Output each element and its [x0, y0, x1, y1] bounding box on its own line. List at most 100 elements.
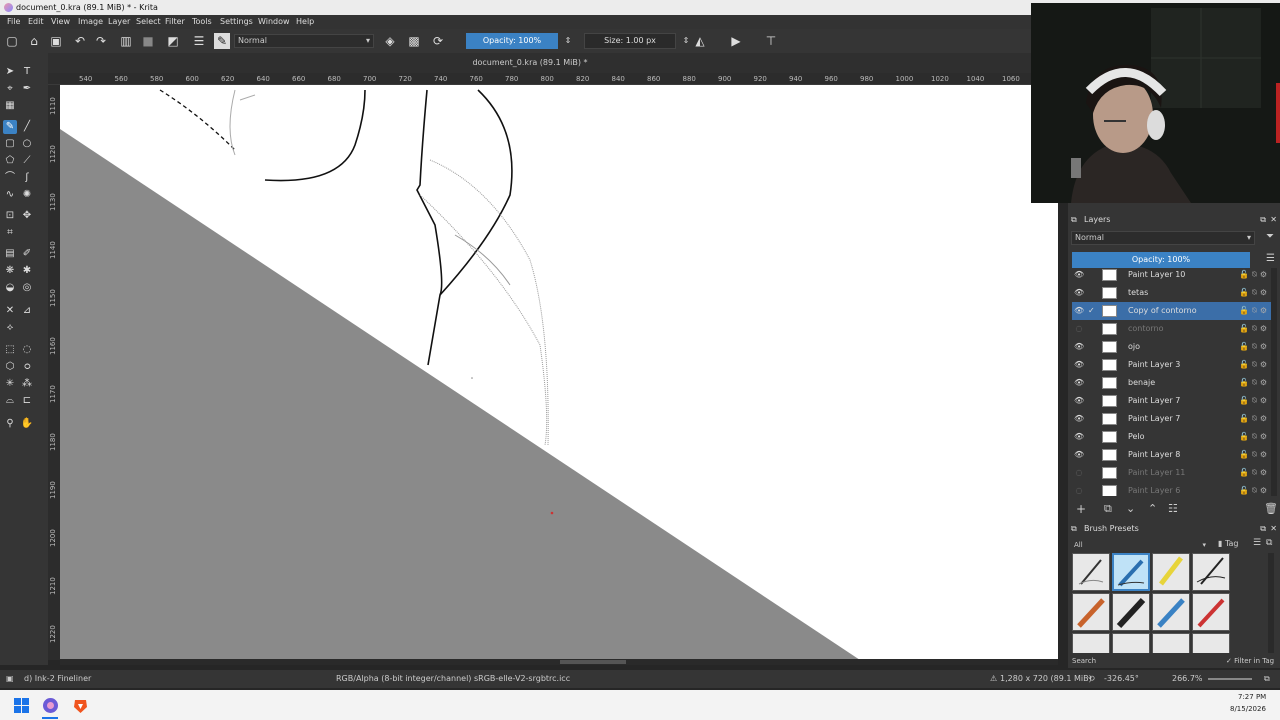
layer-row[interactable]: 👁 tetas 🔓⍉⚙	[1072, 284, 1272, 302]
wrap-around-icon[interactable]: ⊤	[763, 33, 779, 49]
color-swap-icon[interactable]: ◩	[165, 33, 181, 49]
freehand-brush-icon[interactable]: ✎	[3, 120, 17, 134]
layer-properties-icon[interactable]: ☷	[1168, 502, 1178, 515]
move-tool-icon[interactable]: ✥	[20, 209, 34, 223]
layer-lock-icon[interactable]: 🔓⍉⚙	[1239, 464, 1270, 482]
close-panel-icon[interactable]: ✕	[1270, 212, 1277, 228]
similar-select-icon[interactable]: ⁂	[20, 377, 34, 391]
ellipse-tool-icon[interactable]: ○	[20, 137, 34, 151]
brush-preset-10[interactable]	[1112, 633, 1150, 653]
move-layer-up-icon[interactable]: ⌃	[1148, 502, 1157, 515]
brush-preset-1[interactable]	[1072, 553, 1110, 591]
layer-lock-icon[interactable]: 🔓⍉⚙	[1239, 268, 1270, 284]
menu-filter[interactable]: Filter	[165, 15, 185, 29]
brush-preset-2-selected[interactable]	[1112, 553, 1150, 591]
eye-icon[interactable]: 👁	[1074, 284, 1084, 302]
ellipse-select-icon[interactable]: ◌	[20, 343, 34, 357]
layer-opacity-slider[interactable]: Opacity: 100%	[1072, 252, 1250, 268]
layer-lock-icon[interactable]: 🔓⍉⚙	[1239, 410, 1270, 428]
menu-select[interactable]: Select	[136, 15, 161, 29]
rectangle-tool-icon[interactable]: ▢	[3, 137, 17, 151]
scrollbar-thumb[interactable]	[560, 660, 626, 664]
blend-mode-select[interactable]: Normal ▾	[234, 34, 374, 48]
layer-lock-icon[interactable]: 🔓⍉⚙	[1239, 356, 1270, 374]
measure-tool-icon[interactable]: ⊿	[20, 304, 34, 318]
layer-row[interactable]: ◌ contorno 🔓⍉⚙	[1072, 320, 1272, 338]
clock-date[interactable]: 8/15/2026	[1230, 705, 1266, 713]
brush-preset-icon[interactable]: ✎	[214, 33, 230, 49]
crop-tool-icon[interactable]: ⌗	[3, 226, 17, 240]
eye-icon[interactable]: 👁	[1074, 338, 1084, 356]
eye-icon[interactable]: 👁	[1074, 428, 1084, 446]
gradient-icon[interactable]: ▥	[118, 33, 134, 49]
close-brush-panel-icon[interactable]: ✕	[1270, 521, 1277, 537]
brush-layout-icon[interactable]: ⧉	[1266, 538, 1272, 548]
menu-tools[interactable]: Tools	[192, 15, 212, 29]
eye-hidden-icon[interactable]: ◌	[1074, 320, 1084, 338]
fill-tool-icon[interactable]: ◒	[3, 281, 17, 295]
brush-view-icon[interactable]: ☰	[1253, 538, 1261, 548]
reference-tool-icon[interactable]: ⟡	[3, 321, 17, 335]
layer-row[interactable]: 👁 Pelo 🔓⍉⚙	[1072, 428, 1272, 446]
brush-preset-5[interactable]	[1072, 593, 1110, 631]
eye-icon[interactable]: 👁	[1074, 392, 1084, 410]
gradient-tool-icon[interactable]: ▦	[3, 99, 17, 113]
drawing-canvas[interactable]	[60, 85, 1058, 660]
layer-row[interactable]: 👁 Paint Layer 7 🔓⍉⚙	[1072, 410, 1272, 428]
brush-tag-label[interactable]: ▮ Tag	[1218, 539, 1239, 548]
layer-lock-icon[interactable]: 🔓⍉⚙	[1239, 284, 1270, 302]
polygon-select-icon[interactable]: ⬡	[3, 360, 17, 374]
duplicate-layer-icon[interactable]: ⧉	[1104, 502, 1112, 516]
eye-hidden-icon[interactable]: ◌	[1074, 482, 1084, 496]
brush-settings-icon[interactable]: ☰	[191, 33, 207, 49]
brush-preset-4[interactable]	[1192, 553, 1230, 591]
assistant-tool-icon[interactable]: ✕	[3, 304, 17, 318]
rect-select-icon[interactable]: ⬚	[3, 343, 17, 357]
polygon-tool-icon[interactable]: ⬠	[3, 154, 17, 168]
windows-start-icon[interactable]	[14, 698, 29, 713]
layer-row[interactable]: 👁 Paint Layer 3 🔓⍉⚙	[1072, 356, 1272, 374]
gradient-fill-icon[interactable]: ▤	[3, 247, 17, 261]
colorize-mask-icon[interactable]: ❋	[3, 264, 17, 278]
layers-scrollbar[interactable]	[1271, 268, 1277, 496]
menu-layer[interactable]: Layer	[108, 15, 130, 29]
brush-scrollbar[interactable]	[1268, 553, 1274, 653]
layer-lock-icon[interactable]: 🔓⍉⚙	[1239, 482, 1270, 496]
smart-patch-icon[interactable]: ✱	[20, 264, 34, 278]
clock-time[interactable]: 7:27 PM	[1238, 693, 1266, 701]
layer-lock-icon[interactable]: 🔓⍉⚙	[1239, 302, 1270, 320]
mirror-vertical-icon[interactable]: ▶	[728, 33, 744, 49]
eye-icon[interactable]: 👁	[1074, 268, 1084, 284]
freehand-path-icon[interactable]: ʃ	[20, 171, 34, 185]
calligraphy-icon[interactable]: ✒	[20, 82, 34, 96]
edit-shapes-icon[interactable]: ⌖	[3, 82, 17, 96]
eye-icon[interactable]: 👁	[1074, 302, 1084, 320]
transform-tool-icon[interactable]: ⊡	[3, 209, 17, 223]
brush-preset-6[interactable]	[1112, 593, 1150, 631]
eye-icon[interactable]: 👁	[1074, 356, 1084, 374]
layer-row-selected[interactable]: 👁 ✓ Copy of contorno 🔓⍉⚙	[1072, 302, 1272, 320]
layer-row[interactable]: 👁 benaje 🔓⍉⚙	[1072, 374, 1272, 392]
brush-tag-select[interactable]: All ▾	[1071, 539, 1209, 551]
freehand-select-icon[interactable]: ഠ	[20, 360, 34, 374]
undo-icon[interactable]: ↶	[72, 33, 88, 49]
layer-lock-icon[interactable]: 🔓⍉⚙	[1239, 338, 1270, 356]
check-icon[interactable]: ✓	[1088, 302, 1096, 320]
brush-preset-3[interactable]	[1152, 553, 1190, 591]
brush-preset-7[interactable]	[1152, 593, 1190, 631]
eye-icon[interactable]: 👁	[1074, 446, 1084, 464]
brave-browser-icon[interactable]	[72, 697, 89, 714]
layer-lock-icon[interactable]: 🔓⍉⚙	[1239, 392, 1270, 410]
menu-settings[interactable]: Settings	[220, 15, 253, 29]
layer-lock-icon[interactable]: 🔓⍉⚙	[1239, 320, 1270, 338]
dynamic-brush-icon[interactable]: ∿	[3, 188, 17, 202]
mirror-horizontal-icon[interactable]: ◭	[692, 33, 708, 49]
zoom-tool-icon[interactable]: ⚲	[3, 417, 17, 431]
layer-row[interactable]: 👁 Paint Layer 10 🔓⍉⚙	[1072, 268, 1272, 284]
layer-row[interactable]: ◌ Paint Layer 11 🔓⍉⚙	[1072, 464, 1272, 482]
brush-preset-11[interactable]	[1152, 633, 1190, 653]
menu-help[interactable]: Help	[296, 15, 314, 29]
layer-lock-icon[interactable]: 🔓⍉⚙	[1239, 374, 1270, 392]
reload-preset-icon[interactable]: ⟳	[430, 33, 446, 49]
line-tool-icon[interactable]: ╱	[20, 120, 34, 134]
